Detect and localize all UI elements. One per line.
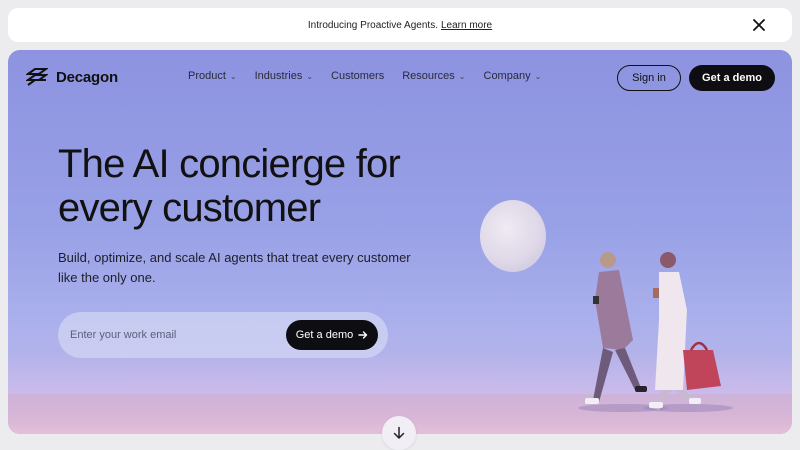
learn-more-link[interactable]: Learn more bbox=[441, 20, 492, 31]
chevron-down-icon: ⌄ bbox=[306, 71, 314, 81]
chevron-down-icon: ⌄ bbox=[229, 71, 237, 81]
close-icon[interactable] bbox=[750, 16, 768, 34]
nav-item-label: Product bbox=[188, 70, 226, 82]
announcement-bar: Introducing Proactive Agents. Learn more bbox=[8, 8, 792, 42]
scroll-down-button[interactable] bbox=[382, 416, 416, 450]
moon-image bbox=[480, 200, 546, 272]
nav-item-resources[interactable]: Resources ⌄ bbox=[402, 70, 465, 82]
nav-item-label: Resources bbox=[402, 70, 455, 82]
walking-couple-image bbox=[578, 252, 733, 412]
email-input[interactable] bbox=[70, 329, 270, 341]
nav-item-company[interactable]: Company ⌄ bbox=[484, 70, 542, 82]
get-demo-label: Get a demo bbox=[295, 329, 354, 341]
nav-item-customers[interactable]: Customers bbox=[331, 70, 384, 82]
chevron-down-icon: ⌄ bbox=[458, 71, 466, 81]
brand-logo[interactable]: Decagon bbox=[26, 67, 118, 87]
top-nav: Decagon Product ⌄ Industries ⌄ Customers… bbox=[8, 50, 792, 106]
main-menu: Product ⌄ Industries ⌄ Customers Resourc… bbox=[188, 70, 559, 82]
announcement-text: Introducing Proactive Agents. bbox=[307, 19, 438, 31]
get-demo-hero-button[interactable]: Get a demo bbox=[286, 320, 378, 350]
hero-headline: The AI concierge for every customer bbox=[58, 142, 401, 230]
hero-section: Decagon Product ⌄ Industries ⌄ Customers… bbox=[8, 50, 792, 434]
get-demo-nav-button[interactable]: Get a demo bbox=[689, 65, 775, 91]
nav-item-product[interactable]: Product ⌄ bbox=[188, 70, 237, 82]
email-signup-form: Get a demo bbox=[58, 312, 388, 358]
nav-item-industries[interactable]: Industries ⌄ bbox=[255, 70, 313, 82]
brand-name: Decagon bbox=[56, 68, 118, 86]
arrow-right-icon bbox=[358, 331, 368, 339]
nav-item-label: Industries bbox=[254, 70, 303, 82]
hero-subtext: Build, optimize, and scale AI agents tha… bbox=[58, 250, 411, 285]
nav-item-label: Company bbox=[483, 70, 531, 82]
sign-in-button[interactable]: Sign in bbox=[617, 65, 681, 91]
arrow-down-icon bbox=[393, 426, 405, 439]
decagon-logo-icon bbox=[26, 68, 48, 86]
chevron-down-icon: ⌄ bbox=[534, 71, 542, 81]
nav-item-label: Customers bbox=[331, 70, 385, 82]
